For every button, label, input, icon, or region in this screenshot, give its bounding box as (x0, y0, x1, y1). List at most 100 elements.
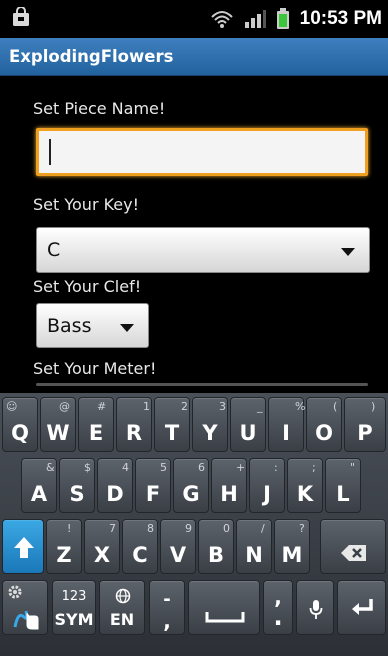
key-n[interactable]: / N (236, 519, 272, 574)
dash-key-label: - (163, 589, 171, 610)
key-q-emoji-hint: ☺ (6, 400, 18, 413)
shift-key[interactable] (2, 519, 44, 574)
key-m-label: M (281, 543, 303, 567)
key-i-label: I (282, 421, 290, 445)
key-w-label: W (46, 421, 70, 445)
period-key[interactable]: , . (263, 580, 293, 635)
key-t[interactable]: 2 T (154, 397, 190, 452)
key-h-label: H (220, 482, 238, 506)
key-o[interactable]: ( O (306, 397, 342, 452)
key-s-label: S (69, 482, 85, 506)
key-label: Set Your Key! (33, 195, 140, 214)
voice-input-key[interactable] (296, 580, 334, 635)
key-d[interactable]: 4 D (97, 458, 133, 513)
key-a-label: A (30, 482, 48, 506)
piece-name-label: Set Piece Name! (33, 99, 166, 118)
soft-keyboard: ☺ Q @ W # E 1 R 2 T 3 Y _ U % I ( O ) P … (0, 393, 388, 656)
key-q-label: Q (11, 421, 29, 445)
language-key[interactable]: EN (99, 580, 145, 635)
key-p[interactable]: ) P (344, 397, 386, 452)
key-b-hint: 0 (223, 522, 230, 535)
key-p-hint: ) (371, 400, 376, 413)
key-g[interactable]: 6 G (173, 458, 209, 513)
globe-icon (115, 588, 131, 604)
sym-key-123-label: 123 (61, 589, 87, 604)
key-s[interactable]: $ S (59, 458, 95, 513)
key-q[interactable]: ☺ Q (2, 397, 38, 452)
key-l[interactable]: " L (325, 458, 361, 513)
key-y-hint: 3 (219, 400, 226, 413)
meter-label: Set Your Meter! (33, 359, 157, 378)
key-g-label: G (182, 482, 200, 506)
key-i[interactable]: % I (268, 397, 305, 452)
key-e[interactable]: # E (78, 397, 114, 452)
key-w[interactable]: @ W (40, 397, 76, 452)
key-t-label: T (164, 421, 180, 445)
key-o-hint: ( (333, 400, 338, 413)
settings-swype-key[interactable] (2, 580, 48, 635)
signal-icon (244, 10, 266, 28)
key-dropdown-value: C (47, 239, 61, 261)
chevron-down-icon (120, 324, 134, 332)
sym-key[interactable]: 123 SYM (52, 580, 96, 635)
notification-bag-icon (13, 6, 29, 26)
text-cursor (49, 139, 51, 165)
key-l-label: L (336, 482, 350, 506)
clef-dropdown[interactable]: Bass (36, 303, 149, 348)
key-z[interactable]: ! Z (46, 519, 82, 574)
key-n-hint: / (261, 522, 265, 535)
enter-arrow-icon (352, 599, 373, 615)
key-o-label: O (315, 421, 333, 445)
clef-dropdown-value: Bass (47, 315, 92, 337)
key-j[interactable]: : J (249, 458, 285, 513)
key-f[interactable]: 5 F (135, 458, 171, 513)
key-c-label: C (132, 543, 148, 567)
key-v-hint: 9 (185, 522, 192, 535)
battery-icon (276, 8, 289, 29)
key-u-label: U (239, 421, 257, 445)
key-u-hint: _ (257, 400, 263, 413)
key-x[interactable]: 7 X (84, 519, 120, 574)
status-icons: 10:53 PM (210, 8, 388, 30)
key-r-hint: 1 (143, 400, 150, 413)
microphone-icon (309, 600, 323, 619)
key-m-hint: ? (299, 522, 305, 535)
shift-arrow-icon (14, 537, 34, 558)
key-dropdown[interactable]: C (36, 227, 370, 273)
key-r[interactable]: 1 R (116, 397, 152, 452)
key-j-label: J (263, 482, 271, 506)
key-h-hint: + (236, 461, 246, 474)
backspace-key[interactable] (320, 519, 386, 574)
key-b[interactable]: 0 B (198, 519, 234, 574)
dash-key-sub-label: , (163, 609, 171, 633)
key-d-label: D (106, 482, 124, 506)
key-m[interactable]: ? M (274, 519, 310, 574)
backspace-icon (341, 545, 366, 561)
key-p-label: P (357, 421, 373, 445)
key-h[interactable]: + H (211, 458, 247, 513)
key-k-label: K (296, 482, 314, 506)
key-u[interactable]: _ U (230, 397, 266, 452)
piece-name-input[interactable] (36, 128, 368, 176)
key-r-label: R (125, 421, 143, 445)
key-v-label: V (169, 543, 187, 567)
enter-key[interactable] (337, 580, 386, 635)
meter-field-edge[interactable] (36, 383, 368, 386)
key-w-hint-at: @ (59, 400, 70, 413)
key-c[interactable]: 8 C (122, 519, 158, 574)
key-x-label: X (93, 543, 111, 567)
key-a-hint: & (46, 461, 55, 474)
wifi-icon (210, 11, 233, 28)
key-l-hint: " (350, 461, 356, 474)
key-y[interactable]: 3 Y (192, 397, 228, 452)
key-g-hint: 6 (198, 461, 205, 474)
key-v[interactable]: 9 V (160, 519, 196, 574)
key-e-label: E (88, 421, 104, 445)
dash-key[interactable]: - , (149, 580, 185, 635)
key-s-hint: $ (84, 461, 91, 474)
key-e-hint: # (97, 400, 107, 413)
gear-icon (8, 585, 22, 599)
key-k[interactable]: ; K (287, 458, 323, 513)
key-a[interactable]: & A (21, 458, 57, 513)
space-key[interactable] (188, 580, 260, 635)
